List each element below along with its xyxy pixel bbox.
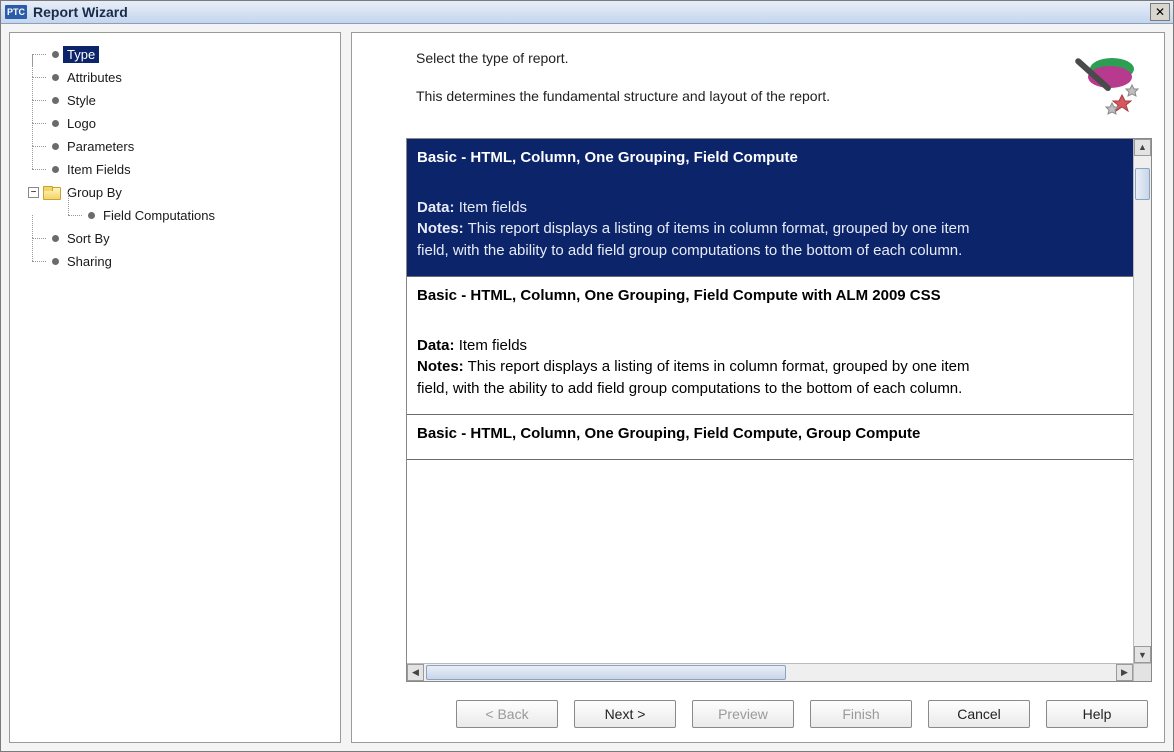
report-type-item[interactable]: Basic - HTML, Column, One Grouping, Fiel… xyxy=(407,415,1133,460)
tree-label: Sort By xyxy=(63,230,114,247)
notes-label: Notes: xyxy=(417,358,464,375)
tree-item-sort-by[interactable]: Sort By xyxy=(28,227,334,250)
next-button[interactable]: Next > xyxy=(574,700,676,728)
tree-label: Parameters xyxy=(63,138,138,155)
scroll-down-icon[interactable]: ▼ xyxy=(1134,646,1151,663)
bullet-icon xyxy=(52,235,59,242)
tree-label: Field Computations xyxy=(99,207,219,224)
report-type-title: Basic - HTML, Column, One Grouping, Fiel… xyxy=(417,423,1123,445)
tree-item-attributes[interactable]: Attributes xyxy=(28,66,334,89)
tree-item-parameters[interactable]: Parameters xyxy=(28,135,334,158)
notes-value: This report displays a listing of items … xyxy=(417,358,969,397)
data-label: Data: xyxy=(417,199,455,216)
bullet-icon xyxy=(52,120,59,127)
cancel-button[interactable]: Cancel xyxy=(928,700,1030,728)
header-line2: This determines the fundamental structur… xyxy=(416,85,1052,107)
horizontal-scrollbar[interactable]: ◀ ▶ xyxy=(407,663,1151,681)
back-button[interactable]: < Back xyxy=(456,700,558,728)
report-type-title: Basic - HTML, Column, One Grouping, Fiel… xyxy=(417,285,1123,307)
scroll-thumb[interactable] xyxy=(1135,168,1150,200)
notes-label: Notes: xyxy=(417,220,464,237)
report-wizard-window: PTC Report Wizard ✕ Type Attributes Styl… xyxy=(0,0,1174,752)
window-title: Report Wizard xyxy=(33,4,1150,20)
folder-icon xyxy=(43,186,59,200)
expander-icon[interactable]: − xyxy=(28,187,39,198)
tree-item-sharing[interactable]: Sharing xyxy=(28,250,334,273)
bullet-icon xyxy=(52,51,59,58)
tree-label: Attributes xyxy=(63,69,126,86)
header-line1: Select the type of report. xyxy=(416,47,1052,69)
bullet-icon xyxy=(52,258,59,265)
data-label: Data: xyxy=(417,337,455,354)
vertical-scrollbar[interactable]: ▲ ▼ xyxy=(1133,139,1151,663)
preview-button[interactable]: Preview xyxy=(692,700,794,728)
report-type-item[interactable]: Basic - HTML, Column, One Grouping, Fiel… xyxy=(407,277,1133,415)
close-button[interactable]: ✕ xyxy=(1150,3,1170,21)
scroll-track[interactable] xyxy=(1134,156,1151,646)
bullet-icon xyxy=(52,97,59,104)
wizard-main-panel: Select the type of report. This determin… xyxy=(351,32,1165,743)
wizard-wand-icon xyxy=(1070,47,1144,117)
bullet-icon xyxy=(52,166,59,173)
tree-label: Logo xyxy=(63,115,100,132)
bullet-icon xyxy=(88,212,95,219)
report-type-list: Basic - HTML, Column, One Grouping, Fiel… xyxy=(406,138,1152,682)
notes-value: This report displays a listing of items … xyxy=(417,220,969,259)
tree-item-style[interactable]: Style xyxy=(28,89,334,112)
ptc-logo: PTC xyxy=(5,5,27,19)
scroll-track[interactable] xyxy=(424,664,1116,681)
tree-item-type[interactable]: Type xyxy=(28,43,334,66)
help-button[interactable]: Help xyxy=(1046,700,1148,728)
data-value: Item fields xyxy=(459,337,527,354)
data-value: Item fields xyxy=(459,199,527,216)
tree-label: Style xyxy=(63,92,100,109)
page-header: Select the type of report. This determin… xyxy=(352,33,1164,130)
tree-label: Group By xyxy=(63,184,126,201)
scroll-right-icon[interactable]: ▶ xyxy=(1116,664,1133,681)
report-type-item[interactable]: Basic - HTML, Column, One Grouping, Fiel… xyxy=(407,139,1133,277)
wizard-body: Type Attributes Style Logo Parameters xyxy=(1,24,1173,751)
tree-label: Type xyxy=(63,46,99,63)
wizard-button-bar: < Back Next > Preview Finish Cancel Help xyxy=(352,694,1164,742)
bullet-icon xyxy=(52,74,59,81)
tree-label: Item Fields xyxy=(63,161,135,178)
scroll-left-icon[interactable]: ◀ xyxy=(407,664,424,681)
scroll-up-icon[interactable]: ▲ xyxy=(1134,139,1151,156)
scroll-thumb[interactable] xyxy=(426,665,786,680)
tree-item-item-fields[interactable]: Item Fields xyxy=(28,158,334,181)
tree-item-group-by[interactable]: − Group By xyxy=(28,181,334,204)
titlebar: PTC Report Wizard ✕ xyxy=(1,1,1173,24)
wizard-steps-tree: Type Attributes Style Logo Parameters xyxy=(9,32,341,743)
report-type-title: Basic - HTML, Column, One Grouping, Fiel… xyxy=(417,147,1123,169)
scroll-corner xyxy=(1133,664,1151,681)
tree-label: Sharing xyxy=(63,253,116,270)
finish-button[interactable]: Finish xyxy=(810,700,912,728)
tree-item-logo[interactable]: Logo xyxy=(28,112,334,135)
tree-item-field-computations[interactable]: Field Computations xyxy=(64,204,334,227)
bullet-icon xyxy=(52,143,59,150)
